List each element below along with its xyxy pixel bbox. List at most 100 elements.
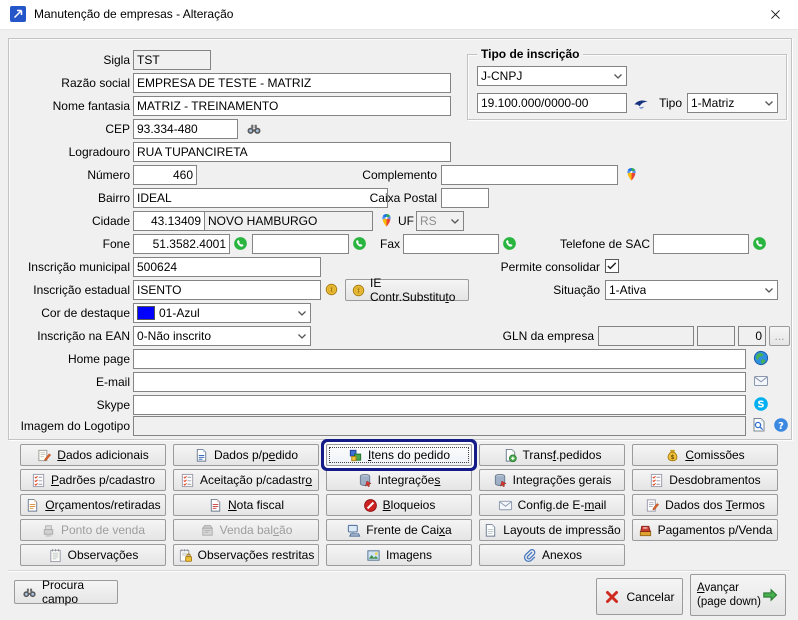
button-dados-adicionais[interactable]: Dados adicionais — [20, 444, 166, 466]
cidade-code-input[interactable]: 43.13409 — [133, 211, 205, 231]
map-pin-icon[interactable] — [379, 212, 394, 228]
whatsapp-icon[interactable] — [502, 236, 517, 251]
cnpj-input[interactable]: 19.100.000/0000-00 — [477, 93, 627, 113]
cor-destaque-select[interactable]: 01-Azul — [133, 303, 311, 323]
button-bloqueios[interactable]: Bloqueios — [326, 494, 472, 516]
logotipo-input[interactable] — [133, 416, 746, 436]
button-label: Config.de E-mail — [518, 498, 607, 512]
uf-select: RS — [416, 211, 464, 231]
help-icon[interactable]: ? — [773, 417, 789, 433]
tipo-inscricao-legend: Tipo de inscrição — [477, 47, 583, 61]
logradouro-label: Logradouro — [14, 142, 130, 162]
globe-icon[interactable] — [753, 350, 769, 366]
button-label: Integrações — [378, 473, 441, 487]
avancar-label-line2: (page down) — [697, 595, 761, 609]
fone-input-2[interactable] — [252, 234, 349, 254]
home-page-label: Home page — [14, 349, 130, 369]
button-desdobramentos[interactable]: Desdobramentos — [632, 469, 778, 491]
notes-icon — [48, 548, 63, 563]
button-label: Dados p/pedido — [214, 448, 298, 462]
chevron-down-icon — [761, 95, 777, 111]
fax-input[interactable] — [403, 234, 499, 254]
button-layouts-de-impressao[interactable]: Layouts de impressão — [479, 519, 625, 541]
cnpj-icon[interactable] — [633, 95, 649, 111]
checklist-icon — [649, 473, 664, 488]
titlebar: Manutenção de empresas - Alteração — [0, 0, 798, 30]
layouts-icon — [483, 523, 498, 538]
button-pagamentos-p-venda[interactable]: Pagamentos p/Venda — [632, 519, 778, 541]
tipo-select[interactable]: 1-Matriz — [687, 93, 778, 113]
button-comissoes[interactable]: $ Comissões — [632, 444, 778, 466]
whatsapp-icon[interactable] — [752, 236, 767, 251]
mail-icon[interactable] — [753, 373, 769, 389]
home-page-input[interactable] — [133, 349, 746, 369]
svg-text:$: $ — [671, 453, 675, 460]
avancar-button[interactable]: Avançar (page down) — [690, 574, 786, 616]
button-label: Frente de Caixa — [366, 523, 451, 537]
coin-icon[interactable] — [324, 282, 339, 297]
button-config-de-email[interactable]: Config.de E-mail — [479, 494, 625, 516]
button-dados-p-pedido[interactable]: Dados p/pedido — [173, 444, 319, 466]
permite-consolidar-checkbox[interactable] — [605, 259, 619, 273]
coin-icon — [351, 283, 366, 298]
button-integracoes[interactable]: Integrações — [326, 469, 472, 491]
cep-input[interactable]: 93.334-480 — [133, 119, 238, 139]
close-button[interactable] — [752, 0, 798, 29]
inscricao-municipal-input[interactable]: 500624 — [133, 257, 321, 277]
button-frente-de-caixa[interactable]: Frente de Caixa — [326, 519, 472, 541]
chevron-down-icon — [447, 213, 463, 229]
button-observacoes[interactable]: Observações — [20, 544, 166, 566]
razao-social-input[interactable]: EMPRESA DE TESTE - MATRIZ — [133, 73, 451, 93]
situacao-select[interactable]: 1-Ativa — [605, 280, 778, 300]
button-ponto-de-venda: Ponto de venda — [20, 519, 166, 541]
button-nota-fiscal[interactable]: Nota fiscal — [173, 494, 319, 516]
button-label: Aceitação p/cadastro — [200, 473, 312, 487]
complemento-input[interactable] — [441, 165, 618, 185]
inscricao-ean-select[interactable]: 0-Não inscrito — [133, 326, 311, 346]
button-padroes-p-cadastro[interactable]: Padrões p/cadastro — [20, 469, 166, 491]
uf-value: RS — [420, 214, 437, 228]
button-imagens[interactable]: Imagens — [326, 544, 472, 566]
cancelar-button[interactable]: Cancelar — [596, 578, 683, 615]
image-search-icon[interactable] — [751, 417, 767, 433]
button-aceitacao-p-cadastro[interactable]: Aceitação p/cadastro — [173, 469, 319, 491]
skype-icon[interactable]: S — [753, 396, 769, 412]
ie-contr-substituto-button[interactable]: IE Contr.Substituto — [345, 279, 469, 301]
skype-input[interactable] — [133, 395, 746, 415]
dialog-window: Manutenção de empresas - Alteração Sigla… — [0, 0, 798, 620]
map-pin-icon[interactable] — [624, 166, 639, 182]
button-integracoes-gerais[interactable]: Integrações gerais — [479, 469, 625, 491]
paperclip-icon — [522, 548, 537, 563]
button-itens-do-pedido[interactable]: Itens do pedido — [326, 444, 472, 466]
binoculars-icon[interactable] — [246, 121, 262, 137]
inscricao-estadual-input[interactable]: ISENTO — [133, 280, 321, 300]
checklist-icon — [180, 473, 195, 488]
button-observacoes-restritas[interactable]: Observações restritas — [173, 544, 319, 566]
inscricao-ean-value: 0-Não inscrito — [137, 329, 211, 343]
sigla-input[interactable]: TST — [133, 50, 211, 70]
terms-icon — [645, 498, 660, 513]
cidade-label: Cidade — [14, 211, 130, 231]
email-label: E-mail — [14, 372, 130, 392]
checklist-icon — [31, 473, 46, 488]
logradouro-input[interactable]: RUA TUPANCIRETA — [133, 142, 451, 162]
button-anexos[interactable]: Anexos — [479, 544, 625, 566]
nome-fantasia-input[interactable]: MATRIZ - TREINAMENTO — [133, 96, 451, 116]
fone-input-1[interactable]: 51.3582.4001 — [133, 234, 230, 254]
situacao-value: 1-Ativa — [609, 283, 646, 297]
email-input[interactable] — [133, 372, 746, 392]
numero-input[interactable]: 460 — [133, 165, 197, 185]
button-transf-pedidos[interactable]: Transf.pedidos — [479, 444, 625, 466]
button-dados-dos-termos[interactable]: Dados dos Termos — [632, 494, 778, 516]
caixa-postal-input[interactable] — [441, 188, 489, 208]
sac-input[interactable] — [653, 234, 749, 254]
button-label: Pagamentos p/Venda — [658, 523, 773, 537]
whatsapp-icon[interactable] — [233, 236, 248, 251]
button-label: Observações — [68, 548, 139, 562]
button-label: Comissões — [685, 448, 744, 462]
tipo-doc-select[interactable]: J-CNPJ — [477, 66, 627, 86]
procura-campo-button[interactable]: Procura campo — [14, 580, 118, 604]
inscricao-estadual-label: Inscrição estadual — [14, 280, 130, 300]
sac-label: Telefone de SAC — [540, 234, 650, 254]
button-orcamentos-retiradas[interactable]: Orçamentos/retiradas — [20, 494, 166, 516]
